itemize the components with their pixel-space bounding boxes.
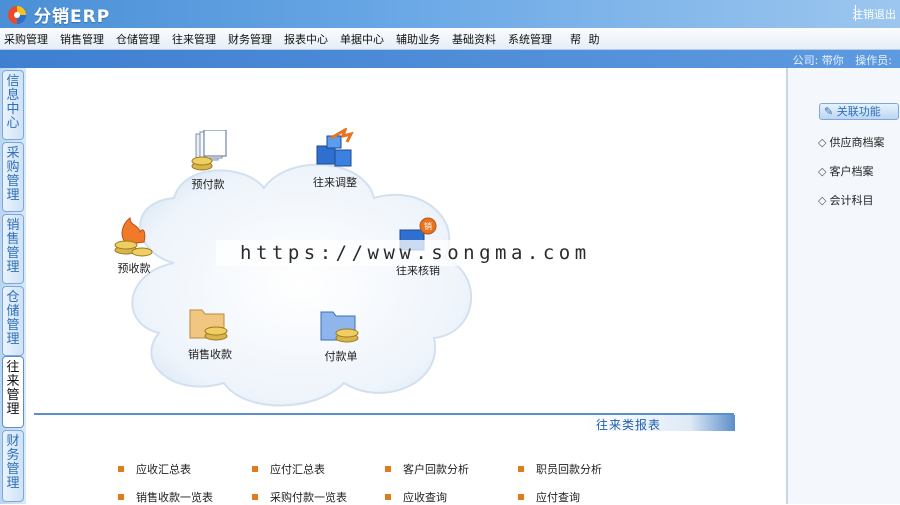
bullet-square-icon — [252, 494, 258, 500]
bullet-square-icon — [252, 466, 258, 472]
session-info: 公司: 带你 操作员: — [785, 52, 892, 68]
report-link-payable-query[interactable]: 应付查询 — [518, 489, 580, 505]
folder-coins-icon — [189, 309, 228, 341]
svg-text:销: 销 — [424, 221, 432, 231]
node-label: 付款单 — [324, 350, 358, 363]
vtab-finance[interactable]: 财务管理 — [2, 430, 24, 502]
report-link-sales-receipt-list[interactable]: 销售收款一览表 — [118, 489, 213, 505]
related-item-label: 供应商档案 — [829, 136, 885, 149]
operator-label: 操作员: — [855, 54, 892, 67]
report-label: 职员回款分析 — [536, 463, 602, 476]
vtab-purchase[interactable]: 采购管理 — [2, 142, 24, 212]
bullet-square-icon — [118, 494, 124, 500]
diamond-icon: ◇ — [818, 194, 827, 207]
report-label: 应付查询 — [536, 491, 580, 504]
info-bar: 公司: 带你 操作员: — [0, 50, 900, 68]
related-item-customer[interactable]: ◇ 客户档案 — [818, 163, 873, 179]
node-adjustment[interactable]: 往来调整 — [311, 128, 359, 190]
logo-icon — [8, 5, 26, 24]
main-menu: 采购管理 销售管理 仓储管理 往来管理 财务管理 报表中心 单据中心 辅助业务 … — [0, 28, 900, 50]
watermark-text: https://www.songma.com — [240, 242, 591, 264]
menu-item-accounts[interactable]: 往来管理 — [172, 31, 216, 47]
report-link-receivable-summary[interactable]: 应收汇总表 — [118, 461, 191, 477]
menu-item-help[interactable]: 帮 助 — [570, 31, 602, 47]
bullet-square-icon — [518, 494, 524, 500]
report-label: 应付汇总表 — [270, 463, 325, 476]
vtab-label: 仓储管理 — [6, 290, 20, 347]
bullet-square-icon — [118, 466, 124, 472]
report-label: 应收汇总表 — [136, 463, 191, 476]
node-label: 销售收款 — [188, 348, 232, 361]
report-link-customer-collection[interactable]: 客户回款分析 — [385, 461, 469, 477]
related-item-label: 会计科目 — [829, 194, 874, 207]
node-sales-receipt[interactable]: 销售收款 — [186, 300, 234, 362]
node-prepayment[interactable]: 预付款 — [184, 130, 232, 192]
related-item-supplier[interactable]: ◇ 供应商档案 — [818, 134, 884, 150]
report-link-payable-summary[interactable]: 应付汇总表 — [252, 461, 325, 477]
menu-item-documents[interactable]: 单据中心 — [340, 31, 384, 47]
menu-item-basic-data[interactable]: 基础资料 — [452, 31, 496, 47]
related-item-label: 客户档案 — [829, 165, 874, 178]
cloud-background — [131, 163, 473, 407]
node-label: 预付款 — [191, 178, 225, 191]
menu-item-auxiliary[interactable]: 辅助业务 — [396, 31, 440, 47]
report-label: 应收查询 — [403, 491, 447, 504]
vtab-label: 销售管理 — [6, 218, 20, 275]
app-header: 分销ERP 注销退出 — [0, 0, 900, 28]
node-advance-receipt[interactable]: 预收款 — [110, 214, 158, 276]
diamond-icon: ◇ — [818, 136, 827, 149]
menu-item-reports[interactable]: 报表中心 — [284, 31, 328, 47]
documents-coins-icon — [191, 130, 227, 171]
related-functions-button[interactable]: ✎ 关联功能 — [819, 103, 899, 120]
main-content: 预付款 往来调整 预收款 销 往来核销 销售收款 付款单 — [26, 68, 786, 504]
menu-item-system[interactable]: 系统管理 — [508, 31, 552, 47]
blue-folder-coins-icon — [320, 311, 359, 343]
vtab-label: 财务管理 — [6, 434, 20, 491]
bullet-square-icon — [385, 466, 391, 472]
report-label: 采购付款一览表 — [270, 491, 347, 504]
report-link-receivable-query[interactable]: 应收查询 — [385, 489, 447, 505]
blocks-arrow-icon — [316, 128, 354, 167]
vtab-accounts[interactable]: 往来管理 — [2, 356, 24, 428]
left-module-tabs: 信息中心 采购管理 销售管理 仓储管理 往来管理 财务管理 — [0, 68, 26, 504]
menu-item-warehouse[interactable]: 仓储管理 — [116, 31, 160, 47]
vtab-sales[interactable]: 销售管理 — [2, 214, 24, 284]
node-payment[interactable]: 付款单 — [317, 302, 365, 364]
bullet-square-icon — [385, 494, 391, 500]
app-title: 分销ERP — [34, 7, 111, 27]
menu-item-sales[interactable]: 销售管理 — [60, 31, 104, 47]
vtab-label: 往来管理 — [6, 360, 20, 417]
menu-item-finance[interactable]: 财务管理 — [228, 31, 272, 47]
bullet-square-icon — [518, 466, 524, 472]
company-label: 公司: 带你 — [792, 54, 844, 67]
watermark-band: https://www.songma.com — [216, 240, 668, 266]
app-logo: 分销ERP — [6, 2, 110, 27]
report-label: 销售收款一览表 — [136, 491, 213, 504]
diamond-icon: ◇ — [818, 165, 827, 178]
report-link-purchase-payment-list[interactable]: 采购付款一览表 — [252, 489, 347, 505]
vtab-info-center[interactable]: 信息中心 — [2, 70, 24, 140]
vtab-label: 信息中心 — [6, 74, 20, 131]
report-link-staff-collection[interactable]: 职员回款分析 — [518, 461, 602, 477]
menu-item-purchase[interactable]: 采购管理 — [4, 31, 48, 47]
report-section-title: 往来类报表 — [596, 418, 662, 432]
report-label: 客户回款分析 — [403, 463, 469, 476]
logout-link[interactable]: 注销退出 — [852, 6, 896, 22]
node-label: 预收款 — [117, 262, 151, 275]
related-panel: ✎ 关联功能 ◇ 供应商档案 ◇ 客户档案 ◇ 会计科目 — [788, 68, 900, 504]
node-label: 往来调整 — [313, 176, 357, 189]
vtab-warehouse[interactable]: 仓储管理 — [2, 286, 24, 356]
fire-coins-icon — [114, 216, 153, 257]
vtab-label: 采购管理 — [6, 146, 20, 203]
related-item-accounts[interactable]: ◇ 会计科目 — [818, 192, 873, 208]
